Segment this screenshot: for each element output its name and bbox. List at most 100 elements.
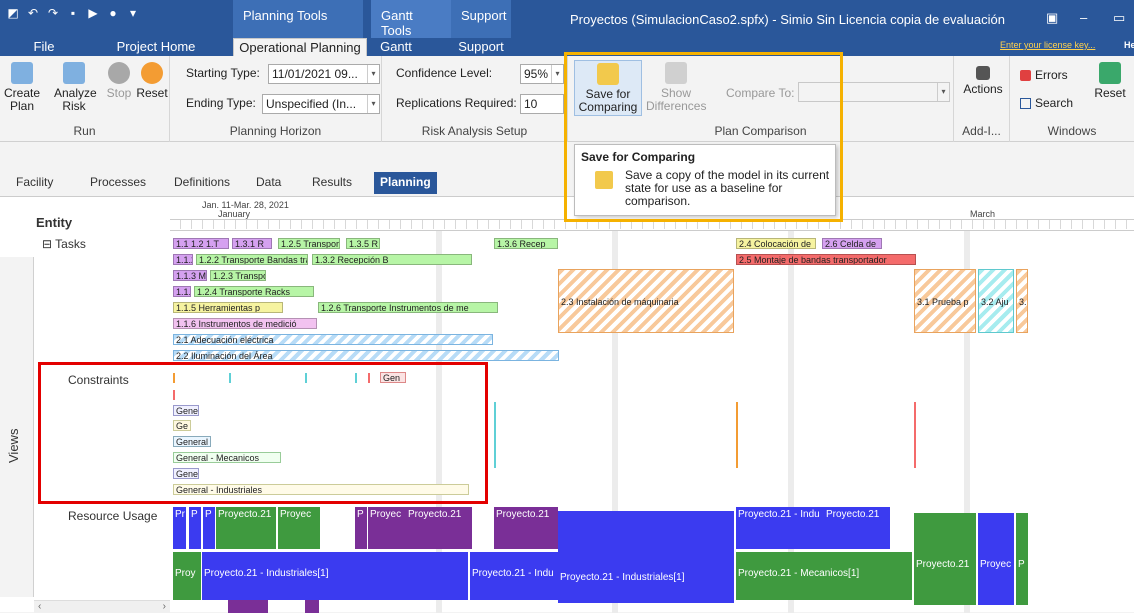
resource-block[interactable]: P xyxy=(203,507,215,549)
analyze-risk-label: Analyze Risk xyxy=(54,86,97,113)
views-label: Views xyxy=(6,428,21,463)
ending-type-select[interactable]: Unspecified (In... ▾ xyxy=(262,94,380,114)
reset-windows-button[interactable]: Reset xyxy=(1090,62,1130,100)
restore-button[interactable]: ▭ xyxy=(1113,10,1125,26)
resource-block[interactable]: Pr xyxy=(173,507,186,549)
help-link[interactable]: He xyxy=(1124,40,1134,50)
search-button[interactable]: Search xyxy=(1020,96,1073,110)
tab-support[interactable]: Support xyxy=(452,38,510,56)
analyze-risk-icon xyxy=(63,62,85,84)
replications-value: 10 xyxy=(524,97,538,111)
resource-block[interactable]: Proyec xyxy=(368,507,406,549)
create-plan-button[interactable]: Create Plan xyxy=(2,62,42,113)
task-bar[interactable]: 2.1 Adecuación eléctrica xyxy=(173,334,493,345)
task-bar[interactable]: 2.5 Montaje de bandas transportador xyxy=(736,254,916,265)
views-sidebar[interactable]: Views xyxy=(0,257,34,597)
resource-block[interactable]: Proyec xyxy=(978,513,1014,605)
task-bar[interactable]: 1.3.2 Recepción B xyxy=(312,254,472,265)
save-icon[interactable]: ▪ xyxy=(66,6,80,20)
tab-file[interactable]: File xyxy=(22,38,66,56)
resource-block[interactable]: Proyecto.21 xyxy=(914,513,976,605)
resource-block[interactable]: Proyecto.21 xyxy=(406,507,472,549)
resource-block[interactable]: Proyecto.21 xyxy=(216,507,276,549)
task-bar[interactable]: 1.1.6 Instrumentos de medició xyxy=(173,318,317,329)
task-bar[interactable]: 1.2.6 Transporte Instrumentos de me xyxy=(318,302,498,313)
window-title: Proyectos (SimulacionCaso2.spfx) - Simio… xyxy=(570,12,1005,27)
view-tab-definitions[interactable]: Definitions xyxy=(168,172,236,194)
resource-block[interactable]: Proyec xyxy=(278,507,320,549)
reset-run-button[interactable]: Reset xyxy=(136,62,168,100)
task-bar[interactable]: 1.1 1.2 1.T xyxy=(173,238,229,249)
resource-block[interactable]: Proyecto.21 - Mecanicos[1] xyxy=(736,552,912,600)
undo-icon[interactable]: ↶ xyxy=(26,6,40,20)
resource-block[interactable]: Proyecto.21 - Industriales[1] xyxy=(202,552,468,600)
task-bar[interactable]: 1.1.2 xyxy=(173,254,193,265)
constraint-marker xyxy=(494,402,496,468)
resource-block[interactable]: P xyxy=(1016,513,1028,605)
view-tab-facility[interactable]: Facility xyxy=(10,172,59,194)
task-bar[interactable]: 1.2.3 Transporte xyxy=(210,270,266,281)
customize-icon[interactable]: ▾ xyxy=(126,6,140,20)
task-bar[interactable]: 2.2 Iluminación del Área xyxy=(173,350,559,361)
starting-type-label: Starting Type: xyxy=(186,66,260,80)
replications-input[interactable]: 10 xyxy=(520,94,564,114)
refresh-icon xyxy=(1099,62,1121,84)
task-bar[interactable]: 1.2.4 Transporte Racks xyxy=(194,286,314,297)
resource-block[interactable]: Proy xyxy=(173,552,201,600)
chevron-down-icon: ▾ xyxy=(937,83,949,101)
view-tab-processes[interactable]: Processes xyxy=(84,172,152,194)
resource-block[interactable]: Proyecto.21 xyxy=(824,507,890,549)
tab-gantt[interactable]: Gantt xyxy=(372,38,420,56)
task-bar[interactable]: 3. xyxy=(1016,269,1028,333)
resource-block[interactable] xyxy=(228,600,268,613)
group-run: Create Plan Analyze Risk Stop Reset Run xyxy=(0,56,170,142)
task-bar[interactable]: 2.4 Colocación de xyxy=(736,238,816,249)
tab-project-home[interactable]: Project Home xyxy=(108,38,204,56)
scroll-left-icon[interactable]: ‹ xyxy=(38,601,41,612)
resource-block[interactable]: Proyecto.21 xyxy=(494,507,558,549)
resource-block[interactable]: Proyecto.21 - Industriales[1] xyxy=(558,559,734,599)
horizontal-scrollbar[interactable]: ‹ › xyxy=(34,600,170,613)
task-bar[interactable]: 2.3 Instalación de máquinaria xyxy=(558,269,734,333)
stop-button[interactable]: Stop xyxy=(104,62,134,100)
view-tab-data[interactable]: Data xyxy=(250,172,287,194)
task-bar[interactable]: 1.2.5 Transporte xyxy=(278,238,340,249)
actions-icon xyxy=(976,66,990,80)
run-icon[interactable]: ▶ xyxy=(86,6,100,20)
resource-block[interactable]: P xyxy=(355,507,367,549)
resource-block[interactable]: Proyecto.21 - Indu xyxy=(736,507,824,549)
constraint-marker xyxy=(914,402,916,468)
analyze-risk-button[interactable]: Analyze Risk xyxy=(54,62,97,113)
stop-icon[interactable]: ● xyxy=(106,6,120,20)
task-bar[interactable]: 3.1 Prueba p xyxy=(914,269,976,333)
scroll-right-icon[interactable]: › xyxy=(163,601,166,612)
task-bar[interactable]: 3.2 Aju xyxy=(978,269,1014,333)
license-link[interactable]: Enter your license key... xyxy=(1000,40,1095,50)
task-bar[interactable]: 1.1.3 M xyxy=(173,270,207,281)
resource-block[interactable]: P xyxy=(189,507,201,549)
task-bar[interactable]: 1.1.4 xyxy=(173,286,191,297)
view-tab-results[interactable]: Results xyxy=(306,172,358,194)
task-bar[interactable]: 1.3.1 R xyxy=(232,238,272,249)
tab-operational-planning[interactable]: Operational Planning xyxy=(233,38,367,56)
group-addins: Actions Add-I... xyxy=(954,56,1010,142)
redo-icon[interactable]: ↷ xyxy=(46,6,60,20)
task-bar[interactable]: 1.3.5 R xyxy=(346,238,380,249)
group-windows: Errors Search Reset Windows xyxy=(1010,56,1134,142)
resource-block[interactable]: Proyecto.21 - Indu xyxy=(470,552,558,600)
highlight-constraints xyxy=(38,362,488,504)
task-bar[interactable]: 1.2.2 Transporte Bandas transportad xyxy=(196,254,308,265)
minimize-button[interactable]: – xyxy=(1080,10,1087,25)
ribbon-display-icon[interactable]: ▣ xyxy=(1046,10,1058,26)
resource-block[interactable] xyxy=(305,600,319,613)
task-bar[interactable]: 1.3.6 Recep xyxy=(494,238,558,249)
task-bar[interactable]: 2.6 Celda de xyxy=(822,238,882,249)
actions-button[interactable]: Actions xyxy=(960,62,1006,96)
tasks-row-label[interactable]: ⊟ Tasks xyxy=(42,237,86,251)
starting-type-select[interactable]: 11/01/2021 09... ▾ xyxy=(268,64,380,84)
view-tab-planning[interactable]: Planning xyxy=(374,172,437,194)
errors-button[interactable]: Errors xyxy=(1020,68,1068,82)
stop-icon xyxy=(108,62,130,84)
confidence-level-select[interactable]: 95% ▾ xyxy=(520,64,564,84)
task-bar[interactable]: 1.1.5 Herramientas p xyxy=(173,302,283,313)
